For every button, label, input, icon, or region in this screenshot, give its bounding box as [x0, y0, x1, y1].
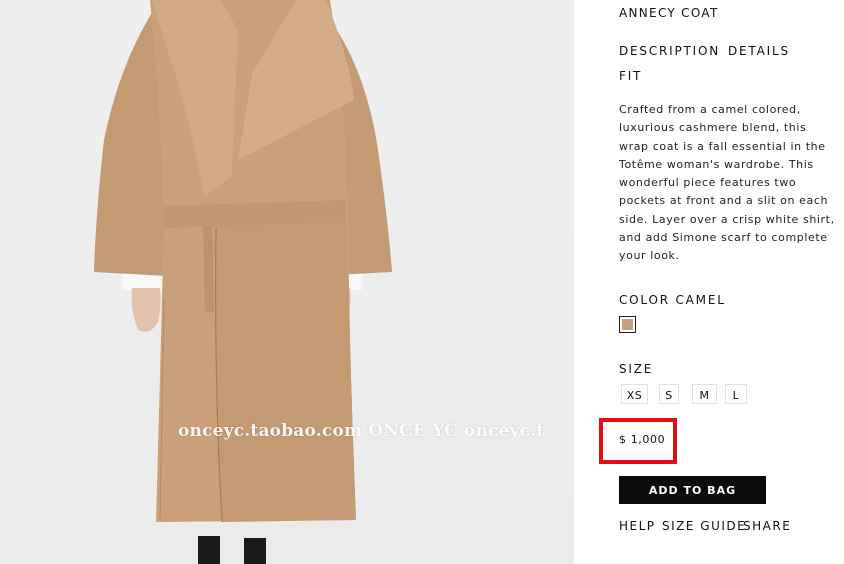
hand-left — [131, 288, 161, 332]
tab-fit[interactable]: FIT — [619, 69, 642, 83]
boot-right — [244, 538, 266, 564]
size-option-s[interactable]: S — [659, 384, 679, 404]
color-label: COLOR CAMEL — [619, 293, 726, 307]
size-option-l[interactable]: L — [725, 384, 747, 404]
product-title: ANNECY COAT — [619, 6, 719, 20]
product-description: Crafted from a camel colored, luxurious … — [619, 103, 835, 263]
coat-illustration — [94, 0, 392, 564]
size-guide-link[interactable]: SIZE GUIDE — [662, 519, 746, 533]
coat-front-panel — [215, 210, 356, 522]
color-swatch-camel[interactable] — [619, 316, 636, 333]
tab-details[interactable]: DETAILS — [728, 44, 790, 58]
swatch-fill — [622, 319, 633, 330]
size-label: SIZE — [619, 362, 654, 376]
watermark-text: onceyc.taobao.com ONCE YC onceyc.t — [178, 421, 545, 441]
size-option-xs[interactable]: XS — [621, 384, 648, 404]
add-to-bag-button[interactable]: ADD TO BAG — [619, 476, 766, 504]
tab-description[interactable]: DESCRIPTION — [619, 44, 720, 58]
size-option-m[interactable]: M — [692, 384, 717, 404]
share-link[interactable]: SHARE — [743, 519, 791, 533]
help-link[interactable]: HELP — [619, 519, 656, 533]
boot-left — [198, 536, 220, 564]
product-image: onceyc.taobao.com ONCE YC onceyc.t — [0, 0, 574, 564]
price-highlight-box — [599, 418, 677, 464]
